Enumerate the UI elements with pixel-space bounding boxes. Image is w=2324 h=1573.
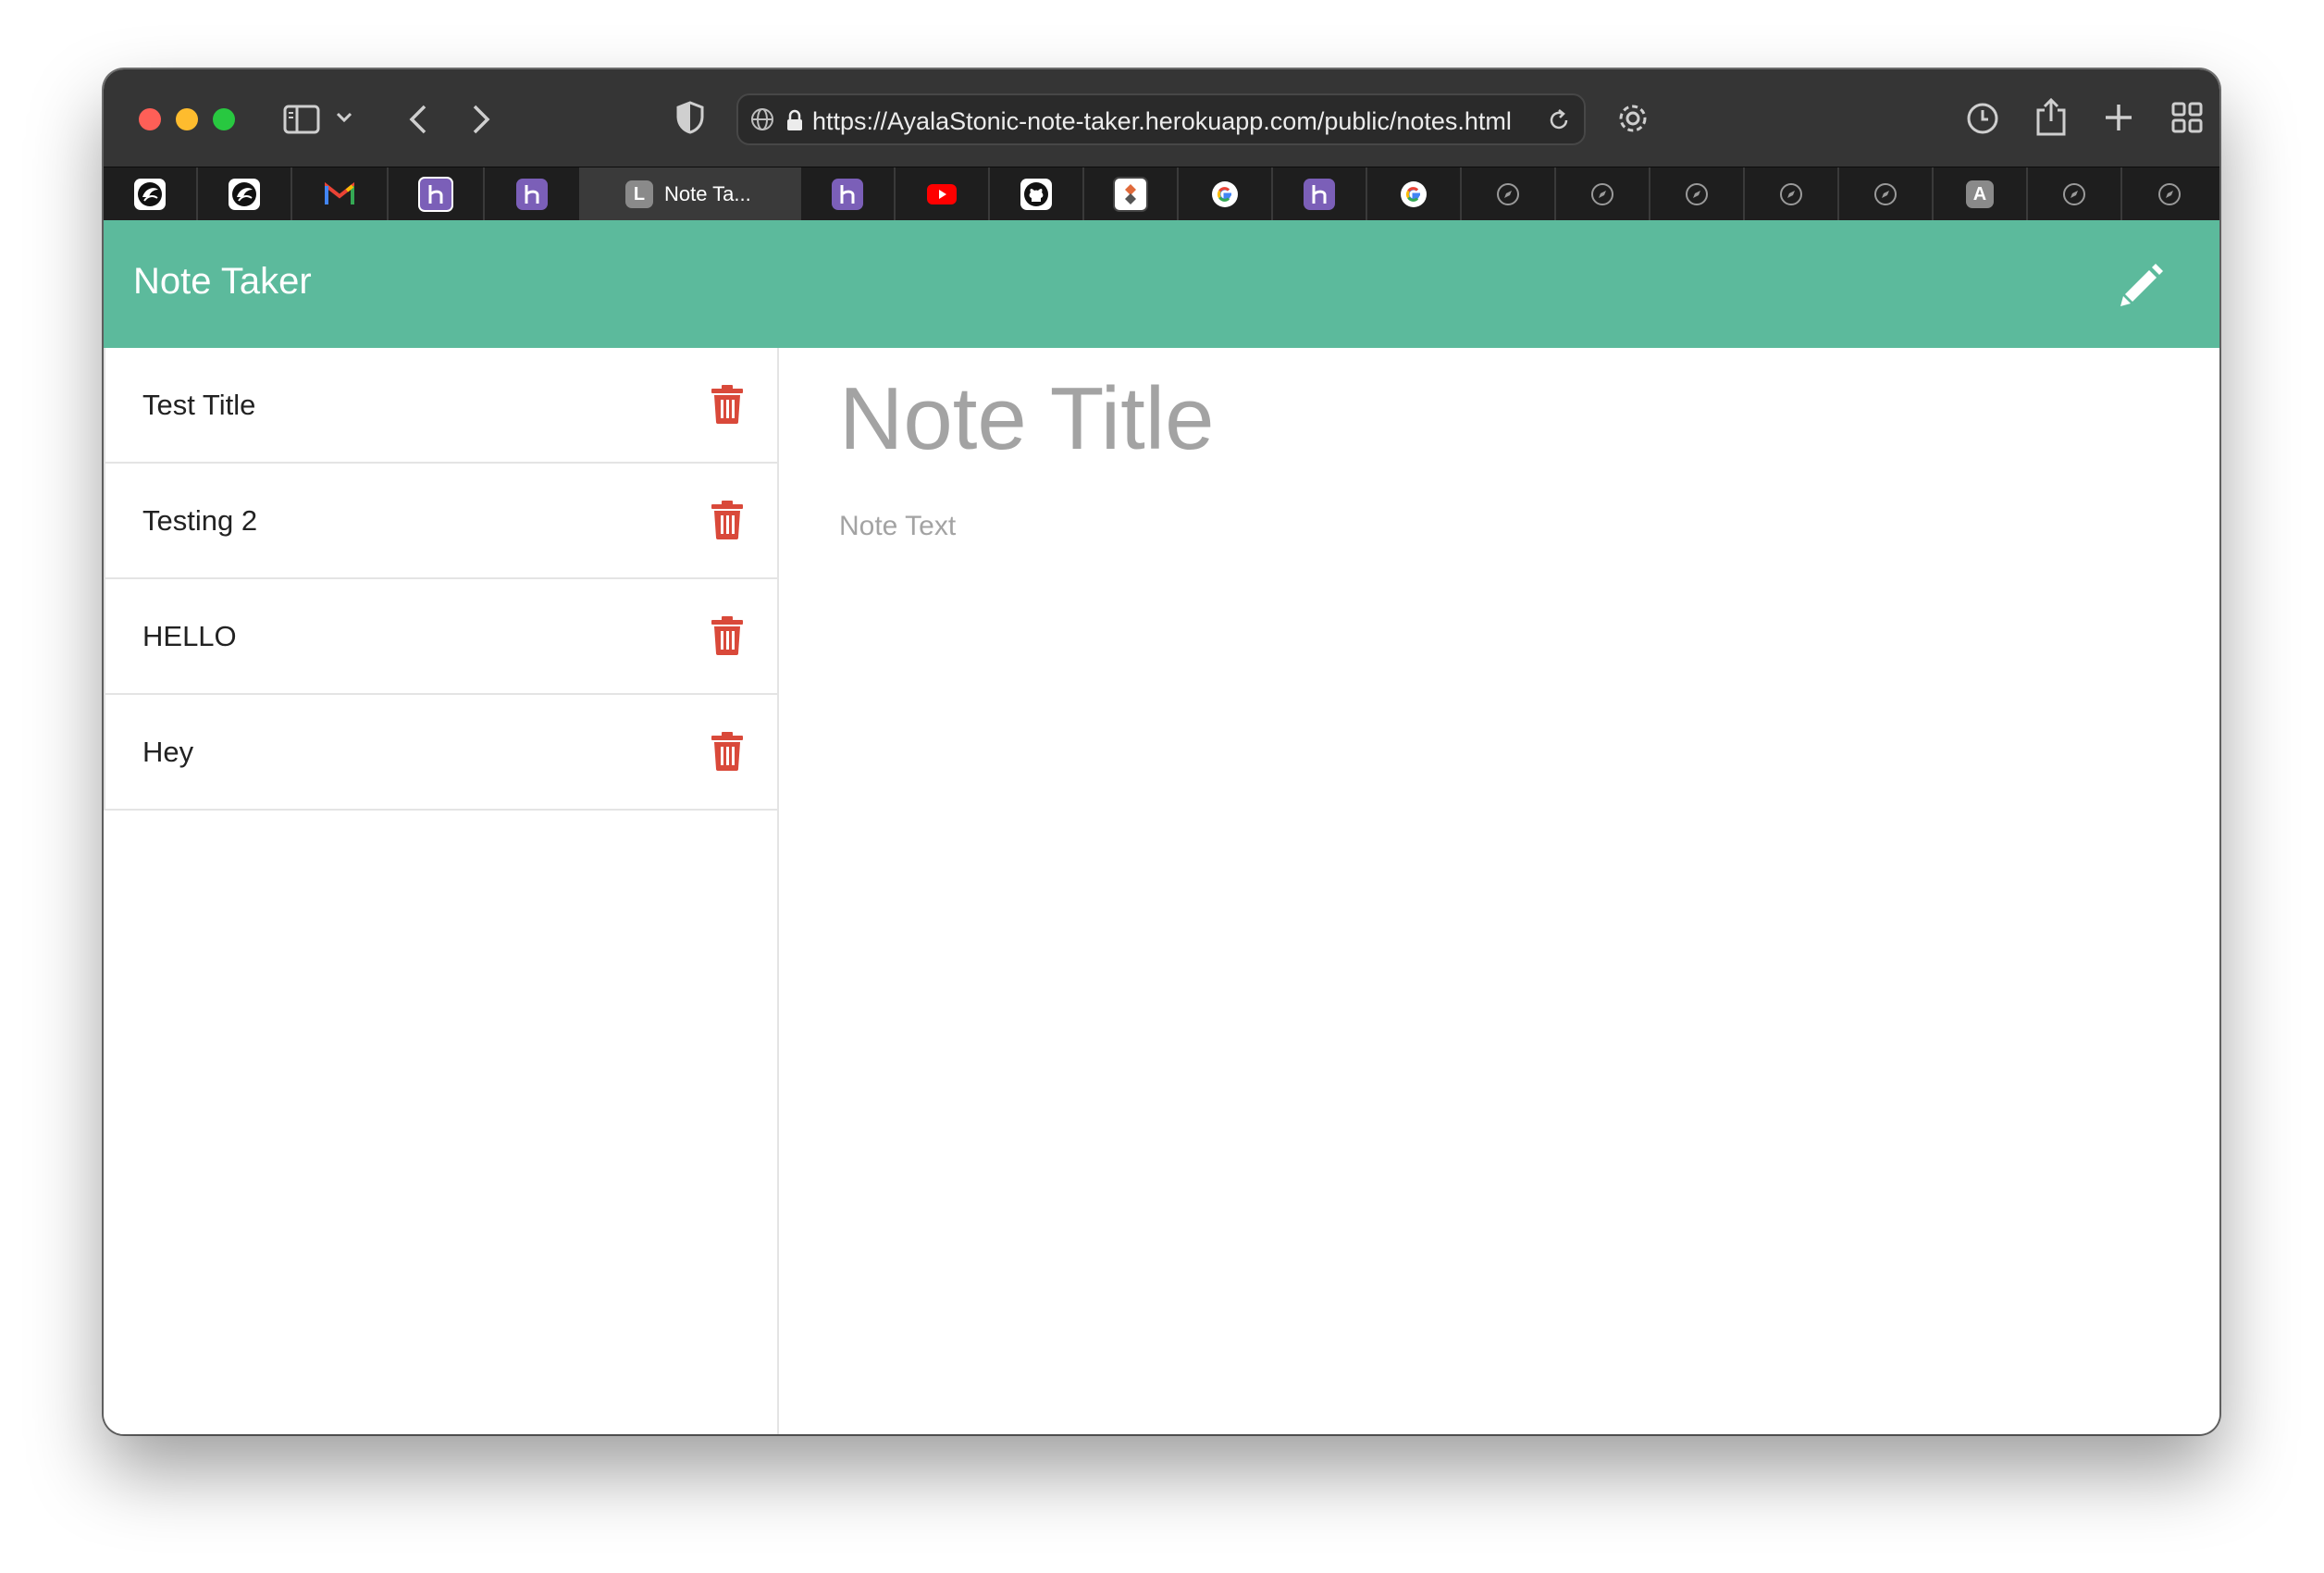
compass-icon: [1681, 179, 1712, 210]
tab-note-taker-active[interactable]: L Note Ta...: [581, 167, 801, 221]
letter-l-icon: L: [625, 180, 653, 208]
google-icon: [1209, 179, 1241, 210]
note-editor: [780, 348, 2219, 1434]
address-bar[interactable]: https://AyalaStonic-note-taker.herokuapp…: [736, 93, 1586, 145]
tab-pinned[interactable]: A: [1934, 167, 2028, 221]
tab-pinned[interactable]: [485, 167, 581, 221]
url-text: https://AyalaStonic-note-taker.herokuapp…: [812, 107, 1512, 135]
settings-gear-icon[interactable]: [1613, 99, 1652, 138]
browser-toolbar: https://AyalaStonic-note-taker.herokuapp…: [104, 69, 2219, 167]
tab-pinned[interactable]: [1556, 167, 1650, 221]
app-navbar: Note Taker: [104, 220, 2219, 348]
google-icon: [1398, 179, 1429, 210]
tab-pinned[interactable]: [801, 167, 896, 221]
minimize-window-button[interactable]: [176, 108, 198, 130]
tab-pinned[interactable]: [104, 167, 198, 221]
tab-pinned[interactable]: [2122, 167, 2216, 221]
tab-pinned[interactable]: [1179, 167, 1273, 221]
tab-pinned[interactable]: [896, 167, 990, 221]
share-icon[interactable]: [2032, 95, 2071, 138]
app-icon: [1113, 177, 1148, 212]
forward-icon[interactable]: [463, 101, 500, 138]
delete-trash-icon[interactable]: [711, 385, 744, 424]
note-item-title: Testing 2: [142, 504, 258, 537]
note-list-item[interactable]: HELLO: [104, 579, 777, 695]
globe-icon: [748, 105, 777, 134]
note-item-title: Test Title: [142, 389, 256, 421]
tab-pinned[interactable]: [1367, 167, 1462, 221]
compass-icon: [1870, 179, 1901, 210]
new-note-pencil-icon[interactable]: [2116, 257, 2168, 309]
github-icon: [1020, 179, 1052, 210]
tab-pinned[interactable]: [990, 167, 1084, 221]
tab-pinned[interactable]: [389, 167, 485, 221]
zoom-window-button[interactable]: [213, 108, 235, 130]
tab-pinned[interactable]: [2028, 167, 2122, 221]
tab-pinned[interactable]: [1084, 167, 1179, 221]
close-window-button[interactable]: [139, 108, 161, 130]
heroku-icon: [516, 179, 548, 210]
sidebar-toggle-icon[interactable]: [281, 101, 322, 138]
tab-pinned[interactable]: [1462, 167, 1556, 221]
compass-icon: [2154, 179, 2185, 210]
compass-icon: [1492, 179, 1524, 210]
tab-pinned[interactable]: [1650, 167, 1745, 221]
letter-a-icon: A: [1966, 180, 1994, 208]
note-item-title: HELLO: [142, 620, 237, 652]
heroku-icon: [1304, 179, 1335, 210]
new-tab-plus-icon[interactable]: [2100, 99, 2137, 136]
back-icon[interactable]: [400, 101, 437, 138]
compass-icon: [2058, 179, 2090, 210]
ucf-pegasus-icon: [229, 179, 260, 210]
gmail-icon: [324, 179, 355, 210]
chevron-down-icon[interactable]: [335, 108, 353, 127]
tab-title: Note Ta...: [664, 182, 751, 205]
heroku-icon: [832, 179, 863, 210]
note-item-title: Hey: [142, 736, 194, 768]
note-list-item[interactable]: Hey: [104, 695, 777, 811]
note-list: Test Title Testing 2 HELLO Hey: [104, 348, 779, 1434]
app-brand[interactable]: Note Taker: [133, 261, 312, 303]
heroku-icon: [418, 177, 453, 212]
compass-icon: [1587, 179, 1618, 210]
tab-pinned[interactable]: [1745, 167, 1839, 221]
ucf-pegasus-icon: [134, 179, 166, 210]
tab-pinned[interactable]: [198, 167, 292, 221]
note-text-input[interactable]: [839, 511, 2134, 566]
note-list-item[interactable]: Testing 2: [104, 464, 777, 579]
history-clock-icon[interactable]: [1963, 99, 2002, 138]
tab-pinned[interactable]: [292, 167, 389, 221]
note-list-item[interactable]: Test Title: [104, 348, 777, 464]
tab-pinned[interactable]: [1273, 167, 1367, 221]
privacy-shield-icon[interactable]: [672, 99, 709, 136]
browser-window: https://AyalaStonic-note-taker.herokuapp…: [104, 69, 2219, 1434]
note-title-input[interactable]: [839, 368, 2134, 470]
youtube-icon: [926, 179, 958, 210]
delete-trash-icon[interactable]: [711, 616, 744, 655]
delete-trash-icon[interactable]: [711, 501, 744, 539]
delete-trash-icon[interactable]: [711, 732, 744, 771]
tab-pinned[interactable]: [1839, 167, 1934, 221]
lock-icon: [783, 106, 807, 134]
compass-icon: [1775, 179, 1807, 210]
reload-icon[interactable]: [1545, 106, 1573, 134]
tab-overview-icon[interactable]: [2169, 99, 2206, 136]
tab-bar: L Note Ta... A: [104, 167, 2219, 221]
